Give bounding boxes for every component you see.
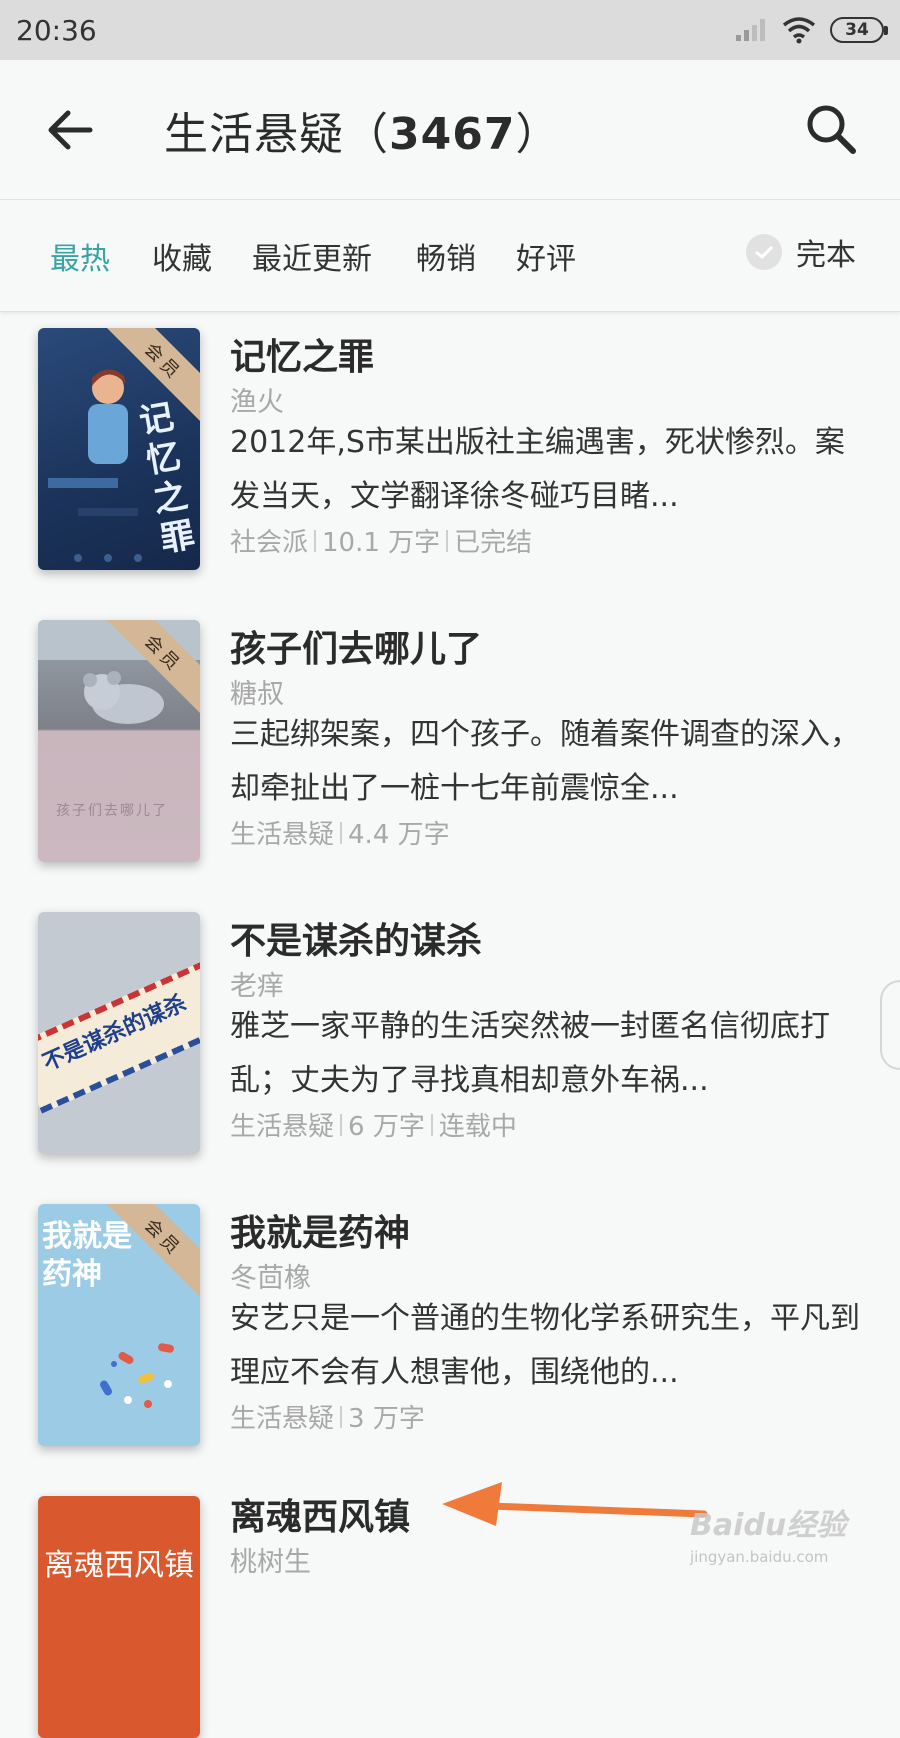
meta-separator [340,821,343,844]
tab-favorites[interactable]: 收藏 [152,234,212,278]
watermark-brand: Baidu经验 [690,1508,847,1543]
meta-separator [446,529,449,552]
tab-top-rated[interactable]: 好评 [516,234,576,278]
book-meta: 生活悬疑 3 万字 [230,1398,425,1435]
book-cover: 孩子们去哪儿了 会员 [38,620,200,862]
book-word-count: 6 万字 [348,1112,425,1142]
book-title: 离魂西风镇 [230,1497,411,1538]
title-close-paren: ） [515,109,561,160]
book-word-count: 10.1 万字 [322,528,441,558]
status-bar: 20:36 34 [0,0,900,60]
book-description: 安艺只是一个普通的生物化学系研究生，平凡到理应不会有人想害他，围绕他的... [230,1301,860,1390]
book-cover: 我就是药神 会员 [38,1204,200,1446]
book-genre: 生活悬疑 [230,1404,335,1434]
book-list-item[interactable]: 不是谋杀的谋杀 不是谋杀的谋杀 老痒 雅芝一家平静的生活突然被一封匿名信彻底打乱… [0,896,900,1188]
tab-bestselling[interactable]: 畅销 [416,234,476,278]
completed-filter-toggle[interactable]: 完本 [746,230,856,274]
book-author: 老痒 [230,971,284,1002]
book-author: 桃树生 [230,1547,311,1578]
book-word-count: 4.4 万字 [348,820,450,850]
back-arrow-icon[interactable] [44,104,96,156]
category-name: 生活悬疑（ [164,109,389,160]
annotation-arrow-icon [442,1482,708,1526]
book-title: 孩子们去哪儿了 [230,629,483,670]
search-icon[interactable] [802,100,860,158]
book-status: 连载中 [438,1112,517,1142]
book-author: 糖叔 [230,679,284,710]
book-count: 3467 [389,109,516,160]
book-genre: 生活悬疑 [230,1112,335,1142]
page-title: 生活悬疑（3467） [164,98,560,162]
book-title: 我就是药神 [230,1213,411,1254]
tab-hottest[interactable]: 最热 [50,234,110,278]
book-list-item[interactable]: 记忆之罪 会员 记忆之罪 渔火 2012年,S市某出版社主编遇害，死状惨烈。案发… [0,312,900,604]
meta-separator [430,1113,433,1136]
meta-separator [340,1113,343,1136]
book-description: 雅芝一家平静的生活突然被一封匿名信彻底打乱；丈夫为了寻找真相却意外车祸... [230,1009,830,1098]
book-description: 三起绑架案，四个孩子。随着案件调查的深入，却牵扯出了一桩十七年前震惊全... [230,717,860,806]
cover-title: 离魂西风镇 [44,1548,194,1583]
book-author: 渔火 [230,387,284,418]
book-meta: 社会派 10.1 万字 已完结 [230,522,532,559]
wifi-icon [782,17,816,44]
completed-filter-label: 完本 [796,238,856,273]
signal-icon [736,19,765,41]
app-header: 生活悬疑（3467） [0,60,900,200]
book-meta: 生活悬疑 6 万字 连载中 [230,1106,517,1143]
book-genre: 生活悬疑 [230,820,335,850]
book-author: 冬茴橡 [230,1263,311,1294]
watermark-url: jingyan.baidu.com [690,1548,829,1566]
book-cover: 离魂西风镇 [38,1496,200,1738]
book-meta: 生活悬疑 4.4 万字 [230,814,450,851]
meta-separator [340,1405,343,1428]
watermark: Baidu经验 jingyan.baidu.com [690,1500,846,1566]
book-status: 已完结 [454,528,533,558]
scroll-handle[interactable] [880,980,900,1070]
book-word-count: 3 万字 [348,1404,425,1434]
book-cover: 不是谋杀的谋杀 [38,912,200,1154]
meta-separator [314,529,317,552]
tab-recently-updated[interactable]: 最近更新 [252,234,372,278]
status-time: 20:36 [16,13,97,47]
book-list-item[interactable]: 我就是药神 会员 我就是药神 冬茴橡 安艺只是一个普通的生物化学系研究生，平凡到… [0,1188,900,1480]
check-circle-icon [746,234,782,270]
status-icons: 34 [734,16,888,44]
book-genre: 社会派 [230,528,309,558]
book-title: 记忆之罪 [230,337,375,378]
book-description: 2012年,S市某出版社主编遇害，死状惨烈。案发当天，文学翻译徐冬碰巧目睹... [230,425,845,514]
cover-title: 孩子们去哪儿了 [56,803,168,819]
book-title: 不是谋杀的谋杀 [230,921,483,962]
filter-bar: 最热 收藏 最近更新 畅销 好评 完本 [0,200,900,312]
battery-icon: 34 [830,17,888,43]
cover-title: 我就是药神 [42,1219,132,1292]
book-cover: 记忆之罪 会员 [38,328,200,570]
book-list-item[interactable]: 孩子们去哪儿了 会员 孩子们去哪儿了 糖叔 三起绑架案，四个孩子。随着案件调查的… [0,604,900,896]
